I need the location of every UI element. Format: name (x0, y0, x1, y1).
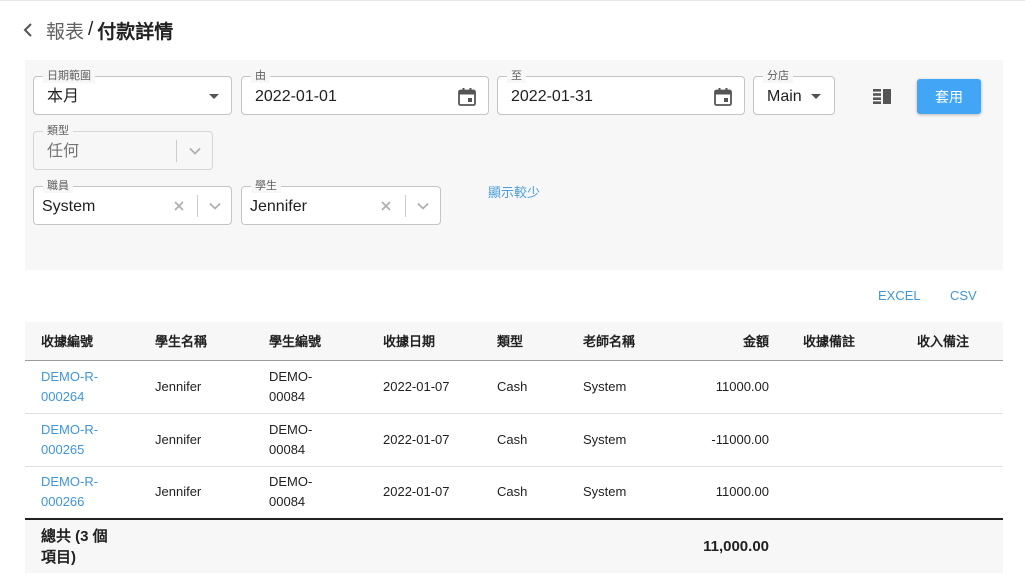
table-row: DEMO-R- 000265 Jennifer DEMO- 00084 2022-0… (25, 413, 1003, 467)
chevron-down-icon[interactable] (184, 141, 206, 161)
date-range-label: 日期範圍 (43, 69, 95, 83)
student-name-cell: Jennifer (139, 360, 253, 414)
receipt-no-number: 000266 (41, 494, 85, 510)
chevron-down-icon (209, 94, 219, 99)
export-csv-link[interactable]: CSV (950, 288, 977, 303)
student-no-number: 00084 (269, 441, 306, 457)
payment-details-table: 收據編號 學生名稱 學生編號 收據日期 類型 老師名稱 金額 收據備註 收入備注… (25, 322, 1003, 573)
type-cell: Cash (481, 413, 567, 467)
header-type[interactable]: 類型 (481, 322, 567, 361)
page-title: 付款詳情 (97, 21, 174, 43)
date-range-select[interactable]: 日期範圍 本月 (33, 69, 232, 115)
income-note-cell (901, 466, 1003, 520)
header-receipt-note[interactable]: 收據備註 (787, 322, 901, 361)
to-date-value: 2022-01-31 (511, 88, 593, 105)
date-range-value: 本月 (47, 88, 80, 105)
student-no-prefix: DEMO- (269, 421, 313, 437)
type-select[interactable]: 類型 任何 (33, 124, 213, 170)
receipt-no-prefix: DEMO-R- (41, 474, 99, 490)
receipt-note-cell (787, 466, 901, 520)
export-excel-link[interactable]: EXCEL (878, 288, 921, 303)
view-columns-icon[interactable] (868, 84, 896, 108)
to-date-field[interactable]: 至 2022-01-31 (497, 69, 745, 115)
header-student-name[interactable]: 學生名稱 (139, 322, 253, 361)
receipt-no-link[interactable]: DEMO-R- 000264 (25, 360, 139, 414)
student-no-number: 00084 (269, 494, 306, 510)
receipt-note-cell (787, 360, 901, 414)
receipt-date-cell: 2022-01-07 (367, 413, 481, 467)
student-no-cell: DEMO- 00084 (253, 413, 367, 467)
table-row: DEMO-R- 000264 Jennifer DEMO- 00084 2022-0… (25, 360, 1003, 414)
student-no-prefix: DEMO- (269, 474, 313, 490)
table-row: DEMO-R- 000266 Jennifer DEMO- 00084 2022-0… (25, 466, 1003, 520)
student-no-cell: DEMO- 00084 (253, 466, 367, 520)
teacher-name-cell: System (567, 466, 701, 520)
calendar-icon[interactable] (712, 86, 734, 108)
total-label: 總共 (3 個項目) (25, 518, 139, 573)
table-header-row: 收據編號 學生名稱 學生編號 收據日期 類型 老師名稱 金額 收據備註 收入備注 (25, 322, 1003, 361)
from-date-field[interactable]: 由 2022-01-01 (241, 69, 489, 115)
receipt-no-link[interactable]: DEMO-R- 000265 (25, 413, 139, 467)
teacher-name-cell: System (567, 413, 701, 467)
student-name-cell: Jennifer (139, 413, 253, 467)
total-amount: 11,000.00 (701, 518, 787, 573)
branch-select[interactable]: 分店 Main (753, 69, 835, 115)
student-no-number: 00084 (269, 388, 306, 404)
header-receipt-date[interactable]: 收據日期 (367, 322, 481, 361)
breadcrumb-root[interactable]: 報表 (46, 17, 84, 44)
receipt-no-number: 000264 (41, 388, 85, 404)
student-name-cell: Jennifer (139, 466, 253, 520)
chevron-down-icon (811, 94, 821, 99)
receipt-no-number: 000265 (41, 441, 85, 457)
header-student-no[interactable]: 學生編號 (253, 322, 367, 361)
table-total-row: 總共 (3 個項目) 11,000.00 (25, 518, 1003, 573)
income-note-cell (901, 413, 1003, 467)
receipt-date-cell: 2022-01-07 (367, 466, 481, 520)
apply-button[interactable]: 套用 (917, 79, 981, 114)
income-note-cell (901, 360, 1003, 414)
calendar-icon[interactable] (456, 86, 478, 108)
receipt-no-link[interactable]: DEMO-R- 000266 (25, 466, 139, 520)
to-date-label: 至 (507, 69, 526, 83)
breadcrumb-separator: / (88, 19, 94, 40)
amount-cell: -11000.00 (701, 413, 787, 467)
type-label: 類型 (43, 124, 73, 138)
header-income-note[interactable]: 收入備注 (901, 322, 1003, 361)
top-border (0, 0, 1025, 1)
branch-value: Main (767, 88, 802, 105)
student-no-cell: DEMO- 00084 (253, 360, 367, 414)
breadcrumb: 報表 / 付款詳情 (22, 16, 173, 44)
amount-cell: 11000.00 (701, 466, 787, 520)
branch-label: 分店 (763, 69, 793, 83)
total-label-line2: 項目) (41, 548, 76, 566)
student-no-prefix: DEMO- (269, 368, 313, 384)
type-cell: Cash (481, 466, 567, 520)
header-receipt-no[interactable]: 收據編號 (25, 322, 139, 361)
total-label-line1: 總共 (3 個 (41, 527, 108, 545)
chevron-left-icon[interactable] (22, 19, 40, 41)
receipt-no-prefix: DEMO-R- (41, 421, 99, 437)
receipt-date-cell: 2022-01-07 (367, 360, 481, 414)
receipt-no-prefix: DEMO-R- (41, 368, 99, 384)
amount-cell: 11000.00 (701, 360, 787, 414)
show-less-link[interactable]: 顯示較少 (25, 182, 1003, 201)
header-amount[interactable]: 金額 (701, 322, 787, 361)
from-date-value: 2022-01-01 (255, 88, 337, 105)
select-divider (176, 140, 177, 162)
type-value: 任何 (47, 143, 80, 160)
from-date-label: 由 (251, 69, 270, 83)
header-teacher-name[interactable]: 老師名稱 (567, 322, 701, 361)
type-cell: Cash (481, 360, 567, 414)
teacher-name-cell: System (567, 360, 701, 414)
receipt-note-cell (787, 413, 901, 467)
